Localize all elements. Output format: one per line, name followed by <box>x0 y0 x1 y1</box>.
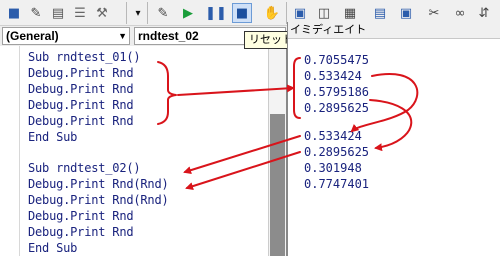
code-line: Debug.Print Rnd(Rnd) <box>28 177 169 191</box>
code-line: Debug.Print Rnd(Rnd) <box>28 193 169 207</box>
link-icon[interactable]: ∞ <box>450 3 470 23</box>
properties-icon[interactable]: ☰ <box>70 3 90 23</box>
object-combo[interactable]: (General) ▼ <box>2 27 130 45</box>
procedure-combo-value: rndtest_02 <box>138 29 199 43</box>
list-icon[interactable]: ▤ <box>370 3 390 23</box>
run-icon[interactable]: ▶ <box>178 3 198 23</box>
scrollbar-thumb[interactable] <box>270 114 285 256</box>
form-icon[interactable]: ▣ <box>396 3 416 23</box>
code-line: Debug.Print Rnd <box>28 114 134 128</box>
immediate-output-line: 0.2895625 <box>304 101 370 115</box>
immediate-output-line: 0.533424 <box>304 129 362 143</box>
hand-icon[interactable]: ✋ <box>262 3 282 23</box>
immediate-output-line: 0.5795186 <box>304 85 370 99</box>
project-explorer-icon[interactable]: ▤ <box>48 3 68 23</box>
code-window: (General) ▼ rndtest_02 Sub rndtest_01() … <box>0 26 287 256</box>
window-icon[interactable]: ▣ <box>290 3 310 23</box>
code-line: Debug.Print Rnd <box>28 225 134 239</box>
grid-icon[interactable]: ▦ <box>340 3 360 23</box>
watch-icon[interactable]: ◫ <box>314 3 334 23</box>
margin-indicator-bar[interactable] <box>0 46 20 256</box>
immediate-window[interactable]: イミディエイト 0.7055475 0.533424 0.5795186 0.2… <box>287 22 500 256</box>
toolbar-handle-icon[interactable]: ▾ <box>128 3 148 23</box>
code-line: Debug.Print Rnd <box>28 66 134 80</box>
code-line: Debug.Print Rnd <box>28 98 134 112</box>
code-line: Debug.Print Rnd <box>28 209 134 223</box>
vertical-scrollbar[interactable] <box>268 46 286 256</box>
break-icon[interactable]: ❚❚ <box>205 3 227 23</box>
edit-icon[interactable]: ✎ <box>153 3 173 23</box>
design-mode-icon[interactable]: ✎ <box>26 3 46 23</box>
code-editor[interactable]: Sub rndtest_01() Debug.Print Rnd Debug.P… <box>0 46 287 256</box>
immediate-output-line: 0.7747401 <box>304 177 370 191</box>
immediate-output-line: 0.7055475 <box>304 53 370 67</box>
code-line: End Sub <box>28 241 78 255</box>
code-line: End Sub <box>28 130 78 144</box>
immediate-output-line: 0.2895625 <box>304 145 370 159</box>
toolbox-icon[interactable]: ⚒ <box>92 3 112 23</box>
immediate-output-line: 0.533424 <box>304 69 362 83</box>
misc-icon[interactable]: ⇵ <box>474 3 494 23</box>
code-line: Debug.Print Rnd <box>28 82 134 96</box>
code-line: Sub rndtest_01() <box>28 50 141 64</box>
object-combo-value: (General) <box>6 29 59 43</box>
immediate-output-line: 0.301948 <box>304 161 362 175</box>
reset-icon[interactable]: ■ <box>232 3 252 23</box>
stop-square-icon[interactable]: ■ <box>4 3 24 23</box>
code-line: Sub rndtest_02() <box>28 161 141 175</box>
chevron-down-icon[interactable]: ▼ <box>118 28 127 44</box>
tools-icon[interactable]: ✂ <box>424 3 444 23</box>
immediate-window-title: イミディエイト <box>288 22 500 39</box>
